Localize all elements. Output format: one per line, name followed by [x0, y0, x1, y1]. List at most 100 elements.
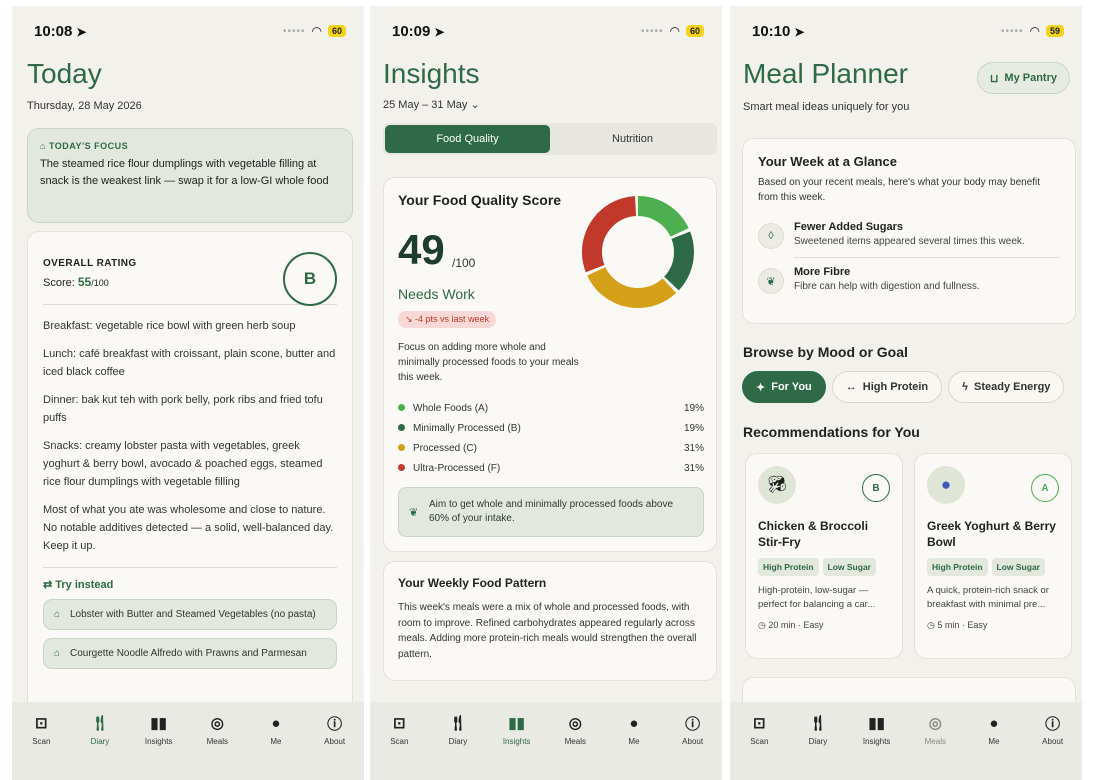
divider: [43, 567, 337, 568]
day-verdict: Most of what you ate was wholesome and c…: [43, 504, 334, 552]
tab-insights[interactable]: ▮▮ Insights: [489, 714, 545, 780]
bar-chart-icon: ▮▮: [508, 715, 525, 732]
droplet-icon: ◊: [758, 223, 784, 249]
score-value: 49: [398, 226, 445, 273]
recipe-meta: 20 min · Easy: [768, 620, 824, 630]
pattern-text: This week's meals were a mix of whole an…: [398, 602, 697, 660]
battery-level: 60: [327, 25, 346, 37]
todays-focus-card: ⌂ TODAY'S FOCUS The steamed rice flour d…: [27, 128, 353, 223]
page-title: Meal Planner: [743, 58, 908, 89]
tab-scan[interactable]: ⊡ Scan: [13, 714, 69, 780]
status-bar: 10:10 ➤ ••••• ◠ 59: [752, 20, 1064, 42]
tab-meals[interactable]: ◎ Meals: [189, 714, 245, 780]
tab-diary[interactable]: 🍴︎ Diary: [430, 714, 486, 780]
recipe-desc: High-protein, low-sugar — perfect for ba…: [758, 585, 876, 610]
tab-me[interactable]: ● Me: [606, 714, 662, 780]
mood-chips: ✦ For You ↔ High Protein ϟ Steady Energy: [742, 371, 1065, 403]
score-denominator: /100: [452, 256, 476, 270]
status-bar: 10:08 ➤ ••••• ◠ 60: [34, 20, 346, 42]
page-title: Insights: [383, 58, 480, 89]
tab-diary[interactable]: 🍴︎ Diary: [72, 714, 128, 780]
tab-nutrition[interactable]: Nutrition: [550, 125, 715, 153]
tab-about[interactable]: ⓘ About: [307, 714, 363, 780]
chip-steady-energy[interactable]: ϟ Steady Energy: [948, 371, 1065, 403]
scan-icon: ⊡: [393, 715, 406, 732]
tab-insights[interactable]: ▮▮ Insights: [849, 714, 905, 780]
card-title: Your Weekly Food Pattern: [398, 576, 547, 590]
chip-for-you[interactable]: ✦ For You: [742, 371, 826, 403]
recommendation-card[interactable]: 🥦︎ B Chicken & Broccoli Stir-Fry High Pr…: [745, 453, 903, 659]
my-pantry-button[interactable]: ⊔ My Pantry: [976, 62, 1070, 94]
today-screen: 10:08 ➤ ••••• ◠ 60 Today Thursday, 28 May 2…: [12, 6, 364, 780]
person-icon: ●: [629, 714, 639, 732]
blueberries-icon: ●: [927, 466, 965, 504]
tag: Low Sugar: [822, 558, 876, 576]
legend-percent: 31%: [683, 462, 704, 474]
weekly-pattern-card: Your Weekly Food Pattern This week's mea…: [383, 561, 717, 681]
tab-about[interactable]: ⓘ About: [1025, 714, 1081, 780]
location-arrow-icon: ➤: [794, 24, 805, 39]
benefit-item: ◊ Fewer Added Sugars Sweetened items appe…: [758, 215, 1060, 255]
bolt-icon: ϟ: [962, 381, 968, 393]
tag: Low Sugar: [991, 558, 1045, 576]
recipe-desc: A quick, protein-rich snack or breakfast…: [927, 585, 1049, 610]
scan-icon: ⊡: [753, 715, 766, 732]
tag: High Protein: [758, 558, 819, 576]
tab-me[interactable]: ● Me: [248, 714, 304, 780]
date-range-selector[interactable]: 25 May – 31 May ⌄: [383, 98, 480, 111]
bar-chart-icon: ▮▮: [868, 715, 885, 732]
divider: [794, 257, 1060, 258]
dinner-summary: Dinner: bak kut teh with pork belly, por…: [43, 394, 323, 424]
snacks-summary: Snacks: creamy lobster pasta with vegeta…: [43, 440, 323, 488]
tag-icon: ⌂: [54, 648, 61, 659]
grade-badge: B: [862, 474, 890, 502]
signal-icon: •••••: [282, 25, 306, 37]
tab-about[interactable]: ⓘ About: [665, 714, 721, 780]
bar-chart-icon: ▮▮: [150, 715, 167, 732]
score-description: Focus on adding more whole and minimally…: [398, 342, 579, 383]
score-value: 55: [77, 275, 92, 289]
tag-icon: ⌂: [40, 141, 49, 151]
recipe-meta: 5 min · Easy: [937, 620, 988, 630]
try-instead-label: Try instead: [55, 579, 114, 591]
tab-meals[interactable]: ◎ Meals: [907, 714, 963, 780]
benefit-title: More Fibre: [794, 266, 851, 278]
tab-scan[interactable]: ⊡ Scan: [731, 714, 787, 780]
tab-scan[interactable]: ⊡ Scan: [371, 714, 427, 780]
info-icon: ⓘ: [685, 715, 701, 733]
grade-badge: A: [1031, 474, 1059, 502]
legend-row: Minimally Processed (B) 19%: [398, 418, 704, 438]
sparkle-icon: ✦: [756, 381, 766, 394]
legend-row: Ultra-Processed (F) 31%: [398, 458, 704, 478]
plate-icon: ◎: [210, 715, 224, 732]
recommendation-card[interactable]: ● A Greek Yoghurt & Berry Bowl High Prot…: [914, 453, 1072, 659]
status-time: 10:08: [34, 22, 73, 40]
info-icon: ⓘ: [327, 715, 343, 733]
legend-label: Processed (C): [413, 442, 477, 454]
tab-insights[interactable]: ▮▮ Insights: [131, 714, 187, 780]
benefit-title: Fewer Added Sugars: [794, 221, 904, 233]
plate-icon: ◎: [568, 715, 582, 732]
score-verdict: Needs Work: [398, 286, 475, 302]
legend-label: Minimally Processed (B): [413, 422, 521, 434]
location-arrow-icon: ➤: [434, 24, 445, 39]
page-subtitle: Smart meal ideas uniquely for you: [743, 101, 910, 113]
recommendations-heading: Recommendations for You: [743, 424, 920, 440]
legend-percent: 31%: [683, 442, 704, 454]
food-quality-card: Your Food Quality Score 49 /100 Needs Wo…: [383, 177, 717, 552]
chip-high-protein[interactable]: ↔ High Protein: [831, 371, 943, 403]
legend-dot: [398, 404, 405, 412]
tab-diary[interactable]: 🍴︎ Diary: [790, 714, 846, 780]
tab-bar: ⊡ Scan 🍴︎ Diary ▮▮ Insights ◎ Meals ● Me ⓘ Abo…: [730, 702, 1082, 780]
tab-food-quality[interactable]: Food Quality: [385, 125, 550, 153]
signal-icon: •••••: [1000, 25, 1024, 37]
legend-label: Whole Foods (A): [413, 402, 489, 414]
insights-screen: 10:09 ➤ ••••• ◠ 60 Insights 25 May – 31 May…: [370, 6, 722, 780]
dumbbell-icon: ↔: [845, 381, 857, 393]
tab-me[interactable]: ● Me: [966, 714, 1022, 780]
alternative-item[interactable]: ⌂ Lobster with Butter and Steamed Vegetab…: [43, 599, 337, 630]
focus-text: The steamed rice flour dumplings with ve…: [40, 158, 329, 187]
fork-knife-icon: 🍴︎: [808, 715, 828, 732]
alternative-item[interactable]: ⌂ Courgette Noodle Alfredo with Prawns an…: [43, 638, 337, 669]
tab-meals[interactable]: ◎ Meals: [547, 714, 603, 780]
